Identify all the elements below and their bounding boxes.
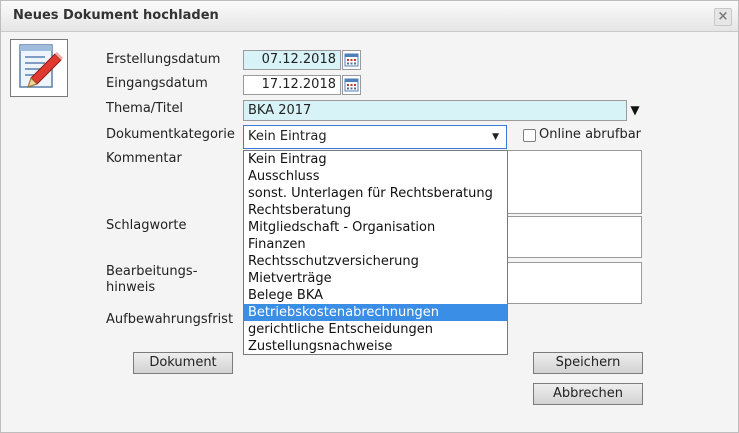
dropdown-option[interactable]: Ausschluss	[244, 168, 507, 185]
dokumentkategorie-select[interactable]: Kein Eintrag ▼	[243, 125, 507, 149]
online-abrufbar-label: Online abrufbar	[539, 127, 642, 142]
thema-dropdown-arrow-icon[interactable]: ▼	[628, 100, 642, 121]
thema-input[interactable]: BKA 2017	[243, 100, 627, 121]
aufbewahrungsfrist-label: Aufbewahrungsfrist	[106, 312, 234, 327]
eingangsdatum-label: Eingangsdatum	[106, 76, 208, 91]
dropdown-option[interactable]: Mitgliedschaft - Organisation	[244, 219, 507, 236]
online-abrufbar-checkbox[interactable]	[523, 129, 536, 142]
speichern-button[interactable]: Speichern	[533, 352, 643, 374]
dropdown-option[interactable]: Kein Eintrag	[244, 151, 507, 168]
dropdown-option[interactable]: Belege BKA	[244, 287, 507, 304]
thema-label: Thema/Titel	[106, 101, 184, 116]
dialog-titlebar: Neues Dokument hochladen ×	[1, 1, 738, 32]
calendar-icon[interactable]	[342, 50, 361, 70]
abbrechen-button[interactable]: Abbrechen	[533, 383, 643, 405]
dropdown-option[interactable]: Rechtsschutzversicherung	[244, 253, 507, 270]
erstellungsdatum-field[interactable]: 07.12.2018	[243, 50, 341, 70]
schlagworte-label: Schlagworte	[106, 218, 187, 233]
dokumentkategorie-dropdown-list: Kein Eintrag Ausschluss sonst. Unterlagen …	[243, 150, 508, 355]
dropdown-option[interactable]: Mietverträge	[244, 270, 507, 287]
calendar-icon[interactable]	[342, 75, 361, 95]
eingangsdatum-field[interactable]: 17.12.2018	[243, 75, 341, 95]
close-icon[interactable]: ×	[714, 8, 732, 26]
chevron-down-icon: ▼	[492, 132, 499, 142]
dropdown-option[interactable]: Finanzen	[244, 236, 507, 253]
dokumentkategorie-label: Dokumentkategorie	[106, 127, 235, 142]
dropdown-option[interactable]: Betriebskostenabrechnungen	[244, 304, 507, 321]
dropdown-option[interactable]: Rechtsberatung	[244, 202, 507, 219]
dropdown-option[interactable]: sonst. Unterlagen für Rechtsberatung	[244, 185, 507, 202]
document-edit-icon	[10, 39, 68, 97]
dokumentkategorie-selected-value: Kein Eintrag	[248, 129, 327, 144]
dokument-button[interactable]: Dokument	[133, 352, 233, 374]
upload-dialog: Neues Dokument hochladen × Erstellungsda…	[0, 0, 739, 433]
bearbeitungshinweis-label-line2: hinweis	[106, 280, 156, 295]
dialog-title: Neues Dokument hochladen	[13, 8, 219, 23]
kommentar-label: Kommentar	[106, 151, 182, 166]
erstellungsdatum-label: Erstellungsdatum	[106, 52, 221, 67]
dropdown-option[interactable]: gerichtliche Entscheidungen	[244, 321, 507, 338]
bearbeitungshinweis-label-line1: Bearbeitungs-	[106, 264, 198, 279]
dropdown-option[interactable]: Zustellungsnachweise	[244, 338, 507, 355]
